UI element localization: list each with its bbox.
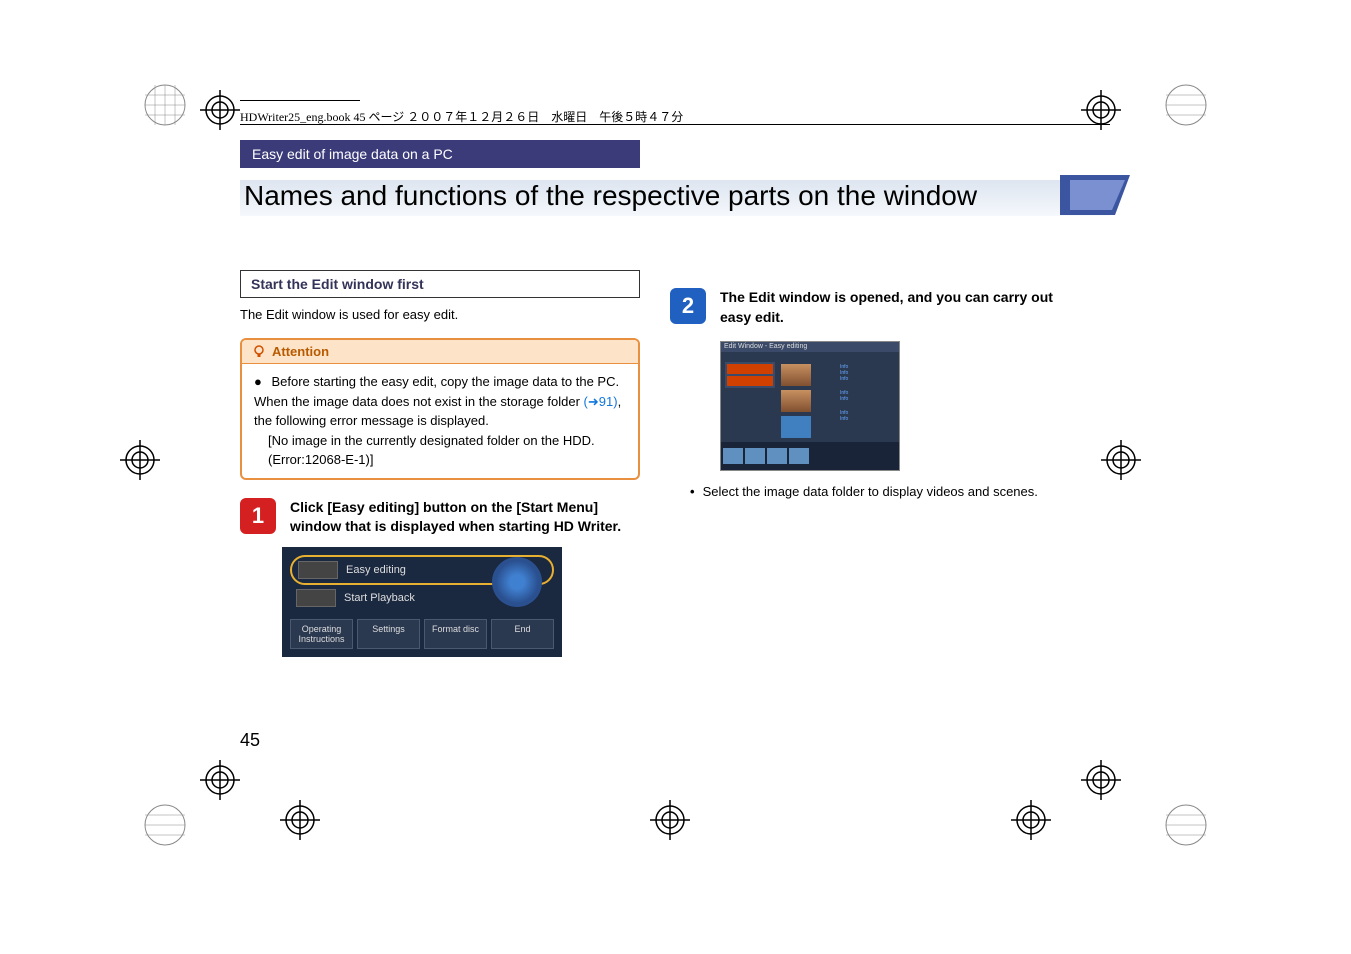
- bullet-note: • Select the image data folder to displa…: [690, 483, 1070, 501]
- settings-button[interactable]: Settings: [357, 619, 420, 649]
- video-thumbnail[interactable]: [781, 390, 811, 412]
- header-rule: [240, 124, 1110, 125]
- disc-icon: [492, 557, 542, 607]
- format-disc-button[interactable]: Format disc: [424, 619, 487, 649]
- end-button[interactable]: End: [491, 619, 554, 649]
- header-rule: [240, 100, 360, 101]
- page-content: Easy edit of image data on a PC Names an…: [240, 140, 1110, 657]
- attention-bulb-icon: [252, 345, 266, 359]
- info-panel: InfoInfoInfo InfoInfo InfoInfo: [840, 364, 895, 430]
- crop-mark-icon: [200, 90, 240, 130]
- title-accent-icon: [1060, 175, 1130, 225]
- sub-heading: Start the Edit window first: [240, 270, 640, 298]
- crop-mark-icon: [280, 800, 320, 840]
- bullet-text-content: Select the image data folder to display …: [703, 483, 1038, 501]
- window-titlebar: Edit Window - Easy editing: [721, 342, 899, 352]
- registration-mark-icon: [140, 800, 190, 850]
- registration-mark-icon: [140, 80, 190, 130]
- step-1: 1 Click [Easy editing] button on the [St…: [240, 498, 640, 537]
- section-heading: Easy edit of image data on a PC: [240, 140, 640, 168]
- edit-window-screenshot: Edit Window - Easy editing InfoInfoInfo …: [720, 341, 900, 471]
- registration-mark-icon: [1161, 80, 1211, 130]
- crop-mark-icon: [650, 800, 690, 840]
- sidebar-item[interactable]: [727, 376, 773, 386]
- page-title: Names and functions of the respective pa…: [244, 180, 977, 212]
- step-2: 2 The Edit window is opened, and you can…: [670, 288, 1070, 327]
- timeline-thumb[interactable]: [767, 448, 787, 464]
- video-thumbnail[interactable]: [781, 416, 811, 438]
- step-number: 1: [240, 498, 276, 534]
- page-number: 45: [240, 730, 260, 751]
- timeline-strip: [721, 442, 899, 470]
- operating-instructions-button[interactable]: Operating Instructions: [290, 619, 353, 649]
- cross-reference-link[interactable]: (➜91): [584, 394, 618, 409]
- crop-mark-icon: [200, 760, 240, 800]
- intro-text: The Edit window is used for easy edit.: [240, 306, 640, 324]
- step-instruction: Click [Easy editing] button on the [Star…: [290, 498, 640, 537]
- easy-editing-label: Easy editing: [346, 564, 406, 576]
- sidebar: [725, 362, 775, 388]
- right-column: 2 The Edit window is opened, and you can…: [670, 270, 1070, 657]
- start-playback-label: Start Playback: [344, 592, 415, 604]
- attention-box: Attention Before starting the easy edit,…: [240, 338, 640, 480]
- sidebar-item[interactable]: [727, 364, 773, 374]
- attention-label: Attention: [272, 344, 329, 359]
- playback-icon: [296, 589, 336, 607]
- step-number: 2: [670, 288, 706, 324]
- timeline-thumb[interactable]: [789, 448, 809, 464]
- easy-editing-icon: [298, 561, 338, 579]
- left-column: Start the Edit window first The Edit win…: [240, 270, 640, 657]
- crop-mark-icon: [120, 440, 160, 480]
- thumbnail-list: [781, 364, 811, 438]
- timeline-thumb[interactable]: [723, 448, 743, 464]
- attention-body-text: Before starting the easy edit, copy the …: [254, 372, 626, 431]
- timeline-thumb[interactable]: [745, 448, 765, 464]
- video-thumbnail[interactable]: [781, 364, 811, 386]
- start-menu-screenshot: Easy editing Start Playback Operating In…: [282, 547, 562, 657]
- attention-error-text: [No image in the currently designated fo…: [268, 431, 626, 470]
- step-instruction: The Edit window is opened, and you can c…: [720, 288, 1070, 327]
- registration-mark-icon: [1161, 800, 1211, 850]
- print-header-label: HDWriter25_eng.book 45 ページ ２００７年１２月２６日 水…: [240, 108, 683, 125]
- crop-mark-icon: [1081, 760, 1121, 800]
- crop-mark-icon: [1011, 800, 1051, 840]
- page-title-bar: Names and functions of the respective pa…: [240, 180, 1110, 230]
